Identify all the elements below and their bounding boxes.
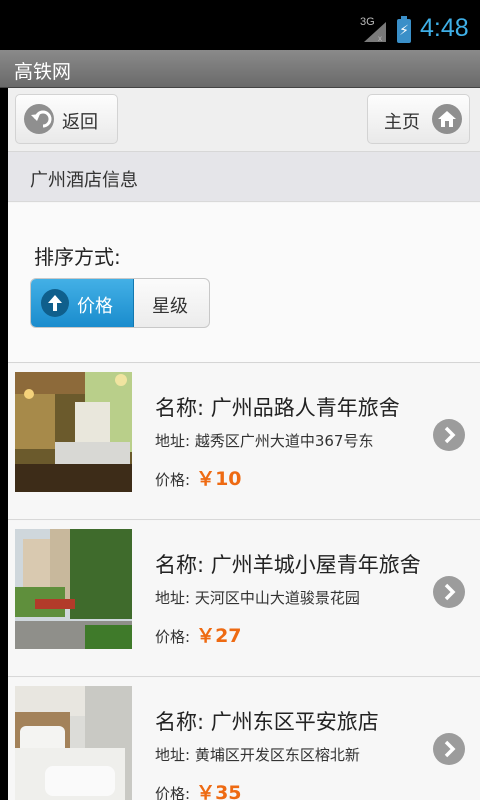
price-label: 价格: bbox=[155, 471, 191, 489]
hotel-name: 名称: 广州羊城小屋青年旅舍 bbox=[155, 553, 421, 577]
hotel-list-item[interactable]: 名称: 广州品路人青年旅舍 地址: 越秀区广州大道中367号东 价格: ￥10 bbox=[8, 364, 480, 520]
sort-price-label: 价格 bbox=[77, 296, 113, 317]
price-value: ￥10 bbox=[196, 468, 242, 490]
status-bar: 3G x ⚡ 4:48 bbox=[0, 0, 480, 50]
hotel-price: 价格: ￥10 bbox=[155, 464, 242, 491]
arrow-up-icon bbox=[41, 289, 69, 317]
home-button[interactable]: 主页 bbox=[367, 94, 470, 144]
sort-star-label: 星级 bbox=[152, 296, 188, 317]
hotel-name: 名称: 广州品路人青年旅舍 bbox=[155, 396, 400, 420]
chevron-right-icon[interactable] bbox=[433, 733, 465, 765]
hotel-list-item[interactable]: 名称: 广州羊城小屋青年旅舍 地址: 天河区中山大道骏景花园 价格: ￥27 bbox=[8, 521, 480, 677]
hotel-price: 价格: ￥27 bbox=[155, 621, 242, 648]
chevron-right-icon[interactable] bbox=[433, 419, 465, 451]
section-title: 广州酒店信息 bbox=[30, 170, 138, 191]
app-title-bar: 高铁网 bbox=[0, 50, 480, 88]
price-label: 价格: bbox=[155, 785, 191, 800]
nav-header: 返回 主页 bbox=[8, 88, 480, 152]
hotel-photo bbox=[15, 529, 132, 649]
hotel-price: 价格: ￥35 bbox=[155, 778, 242, 800]
sort-by-star-button[interactable]: 星级 bbox=[135, 279, 209, 327]
sort-label: 排序方式: bbox=[34, 245, 121, 269]
home-label: 主页 bbox=[384, 112, 420, 133]
sort-by-price-button[interactable]: 价格 bbox=[31, 279, 134, 327]
back-label: 返回 bbox=[62, 112, 98, 133]
sort-segmented-control: 价格 星级 bbox=[30, 278, 210, 328]
hotel-address: 地址: 越秀区广州大道中367号东 bbox=[155, 432, 374, 450]
sort-area: 排序方式: 价格 星级 bbox=[8, 203, 480, 363]
home-icon bbox=[432, 104, 462, 134]
svg-text:x: x bbox=[378, 34, 382, 42]
section-header: 广州酒店信息 bbox=[8, 152, 480, 202]
hotel-address: 地址: 黄埔区开发区东区榕北新 bbox=[155, 746, 360, 764]
back-button[interactable]: 返回 bbox=[15, 94, 118, 144]
clock: 4:48 bbox=[420, 14, 469, 42]
hotel-name: 名称: 广州东区平安旅店 bbox=[155, 710, 379, 734]
hotel-list-item[interactable]: 名称: 广州东区平安旅店 地址: 黄埔区开发区东区榕北新 价格: ￥35 bbox=[8, 678, 480, 800]
app-title: 高铁网 bbox=[14, 61, 72, 83]
price-value: ￥27 bbox=[196, 625, 242, 647]
chevron-right-icon[interactable] bbox=[433, 576, 465, 608]
price-label: 价格: bbox=[155, 628, 191, 646]
price-value: ￥35 bbox=[196, 782, 242, 800]
hotel-photo bbox=[15, 686, 132, 800]
back-arrow-icon bbox=[24, 104, 54, 134]
hotel-photo bbox=[15, 372, 132, 492]
page: 返回 主页 广州酒店信息 排序方式: 价格 星级 名称: 广州品路人青年旅舍 地… bbox=[8, 88, 480, 800]
hotel-address: 地址: 天河区中山大道骏景花园 bbox=[155, 589, 360, 607]
signal-icon: x bbox=[364, 22, 386, 42]
battery-icon: ⚡ bbox=[397, 16, 411, 43]
